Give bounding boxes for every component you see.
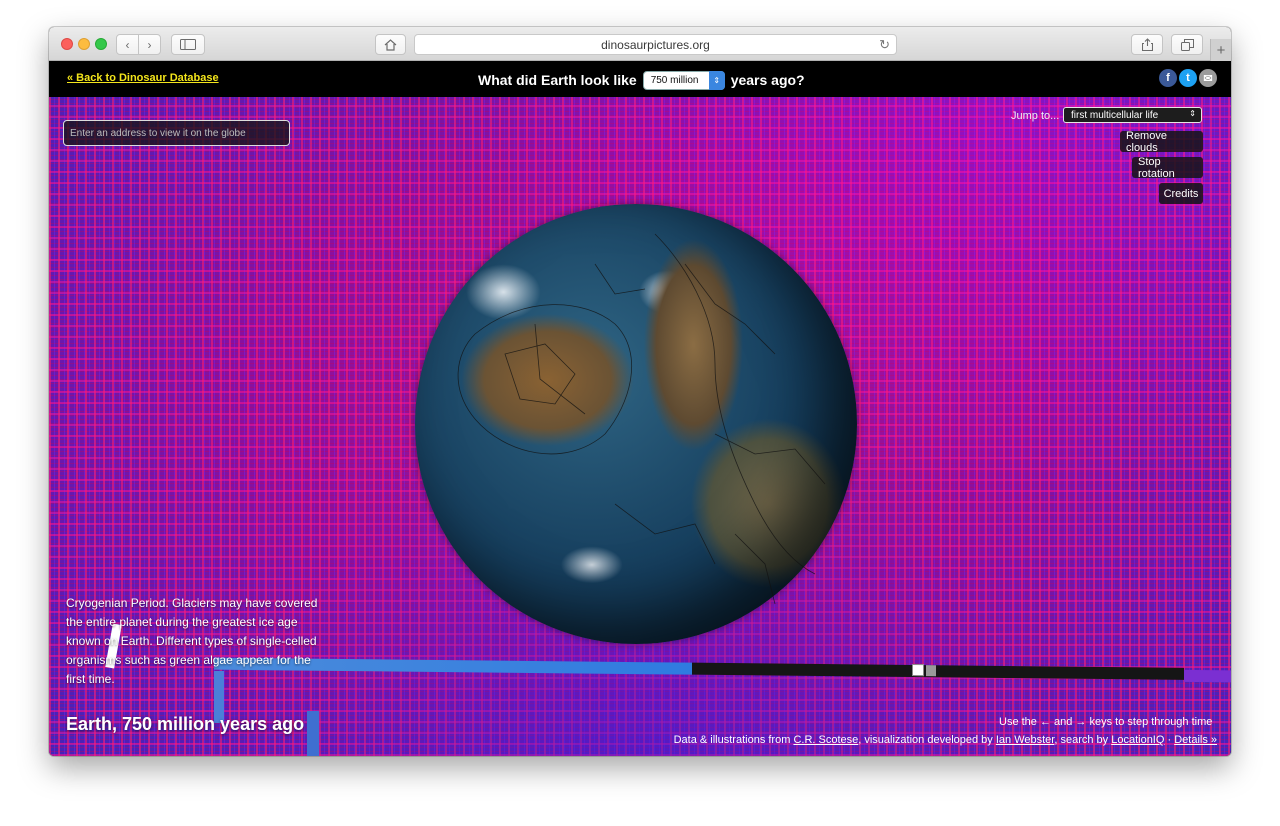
timeline-artifact — [307, 711, 319, 756]
facebook-share-icon[interactable]: f — [1159, 69, 1177, 87]
details-link[interactable]: Details » — [1174, 734, 1217, 746]
timeline-handle[interactable] — [912, 663, 924, 677]
timeline-handle-shadow — [926, 665, 936, 677]
credits-button[interactable]: Credits — [1159, 183, 1203, 204]
earth-age-title: Earth, 750 million years ago — [66, 714, 305, 734]
chevron-right-icon: › — [147, 37, 152, 52]
timeline-track — [692, 662, 1184, 680]
select-arrows-icon: ⇕ — [708, 70, 725, 90]
jump-to-select[interactable]: first multicellular life ⇕ — [1063, 107, 1202, 123]
zoom-window-icon[interactable] — [95, 38, 107, 50]
forward-button[interactable]: › — [138, 34, 161, 55]
back-to-database-link[interactable]: « Back to Dinosaur Database — [67, 72, 219, 84]
browser-window: ‹ › dinosaurpictures.org ↻ + « Back to D… — [49, 27, 1231, 756]
tab-overview-button[interactable] — [1171, 34, 1203, 55]
select-arrows-icon: ⇕ — [1189, 109, 1196, 118]
credits-search-prefix: , search by — [1054, 734, 1109, 746]
minimize-window-icon[interactable] — [78, 38, 90, 50]
locationiq-link[interactable]: LocationIQ — [1111, 734, 1164, 746]
close-window-icon[interactable] — [61, 38, 73, 50]
plate-boundaries-overlay — [457, 233, 826, 605]
period-description: Cryogenian Period. Glaciers may have cov… — [66, 596, 318, 686]
years-ago-value: 750 million — [650, 74, 699, 86]
remove-clouds-button[interactable]: Remove clouds — [1120, 130, 1203, 154]
chevron-left-icon: ‹ — [125, 37, 130, 52]
sidebar-icon — [180, 39, 196, 50]
jump-to-value: first multicellular life — [1071, 109, 1159, 121]
globe-viewport[interactable]: Jump to... first multicellular life ⇕ Re… — [49, 97, 1231, 756]
back-button[interactable]: ‹ — [116, 34, 139, 55]
share-icon — [1141, 38, 1153, 51]
address-url: dinosaurpictures.org — [601, 37, 710, 52]
headline-suffix: years ago? — [730, 72, 805, 88]
page-headline: What did Earth look like 750 million ⇕ y… — [478, 69, 805, 91]
keyboard-hint: Use the ← and → keys to step through tim… — [999, 716, 1213, 728]
new-tab-button[interactable]: + — [1210, 39, 1231, 61]
twitter-share-icon[interactable]: t — [1179, 69, 1197, 87]
reload-icon[interactable]: ↻ — [879, 37, 890, 53]
sidebar-toggle-button[interactable] — [171, 34, 205, 55]
headline-prefix: What did Earth look like — [478, 72, 637, 88]
browser-toolbar: ‹ › dinosaurpictures.org ↻ + — [49, 27, 1231, 61]
home-button[interactable] — [375, 34, 406, 55]
credits-viz-prefix: , visualization developed by — [858, 734, 993, 746]
globe-address-input[interactable] — [63, 120, 290, 146]
jump-to-label: Jump to... — [1011, 110, 1060, 122]
home-icon — [384, 38, 397, 51]
ian-webster-link[interactable]: Ian Webster — [996, 734, 1055, 746]
stop-rotation-button[interactable]: Stop rotation — [1132, 156, 1203, 180]
email-share-icon[interactable]: ✉ — [1199, 69, 1217, 87]
earth-globe[interactable] — [415, 204, 857, 644]
site-header: « Back to Dinosaur Database What did Ear… — [49, 61, 1231, 97]
plus-icon: + — [1216, 41, 1226, 59]
credits-separator: · — [1164, 734, 1175, 746]
share-button[interactable] — [1131, 34, 1163, 55]
scotese-link[interactable]: C.R. Scotese — [793, 734, 858, 746]
years-ago-select[interactable]: 750 million ⇕ — [642, 70, 725, 90]
credits-data-prefix: Data & illustrations from — [673, 734, 791, 746]
address-bar[interactable]: dinosaurpictures.org ↻ — [414, 34, 897, 55]
timeline-end — [1184, 669, 1231, 683]
footer-credits: Data & illustrations from C.R. Scotese, … — [674, 734, 1217, 746]
time-slider[interactable] — [214, 657, 1231, 685]
tabs-icon — [1180, 38, 1194, 51]
